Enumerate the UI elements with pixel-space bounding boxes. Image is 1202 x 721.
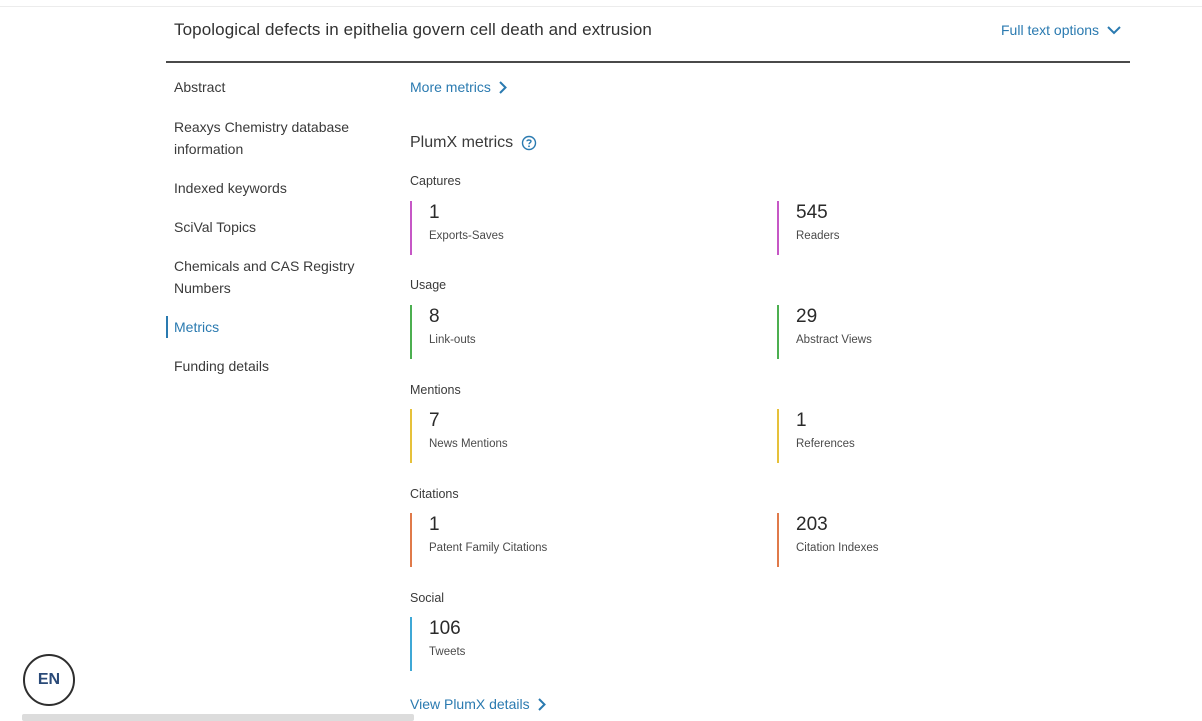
chevron-right-icon (537, 697, 546, 711)
section-social-label: Social (410, 591, 445, 605)
plumx-title: PlumX metrics (410, 134, 514, 151)
metric-value: 1 (429, 202, 440, 223)
metric-tweets: 106 Tweets (410, 617, 465, 671)
full-text-options-button[interactable]: Full text options (1001, 22, 1121, 38)
metric-value: 7 (429, 410, 440, 431)
question-circle-icon[interactable] (521, 135, 537, 151)
metric-value: 203 (796, 514, 828, 535)
nav-item-abstract[interactable]: Abstract (174, 76, 374, 98)
metric-label: Exports-Saves (429, 230, 504, 242)
view-plumx-details-link[interactable]: View PlumX details (410, 696, 546, 712)
more-metrics-link[interactable]: More metrics (410, 79, 507, 95)
metric-link-outs: 8 Link-outs (410, 305, 476, 359)
metric-label: News Mentions (429, 438, 508, 450)
nav-item-scival-topics[interactable]: SciVal Topics (174, 216, 374, 238)
metric-label: Abstract Views (796, 334, 872, 346)
nav-item-indexed-keywords[interactable]: Indexed keywords (174, 177, 374, 199)
metric-label: Patent Family Citations (429, 542, 548, 554)
nav-item-funding-details[interactable]: Funding details (174, 355, 374, 377)
nav-item-reaxys[interactable]: Reaxys Chemistry database information (174, 116, 374, 160)
metric-label: Tweets (429, 646, 466, 658)
metric-label: Citation Indexes (796, 542, 879, 554)
metric-value: 29 (796, 306, 818, 327)
metric-value: 1 (429, 514, 440, 535)
metric-label: References (796, 438, 855, 450)
metric-news-mentions: 7 News Mentions (410, 409, 508, 463)
metric-value: 106 (429, 618, 461, 639)
metric-value: 545 (796, 202, 828, 223)
nav-active-indicator (166, 316, 168, 338)
section-usage-label: Usage (410, 278, 447, 292)
metric-value: 1 (796, 410, 807, 431)
language-code: EN (37, 671, 61, 688)
more-metrics-label: More metrics (410, 79, 491, 95)
header-divider (166, 61, 1130, 63)
section-mentions-label: Mentions (410, 383, 461, 397)
full-text-options-label: Full text options (1001, 22, 1100, 38)
nav-item-metrics[interactable]: Metrics (174, 316, 374, 338)
chevron-right-icon (499, 80, 507, 94)
metric-abstract-views: 29 Abstract Views (777, 305, 872, 359)
top-divider (0, 6, 1202, 7)
section-captures-label: Captures (410, 174, 461, 188)
metric-label: Readers (796, 230, 840, 242)
metric-readers: 545 Readers (777, 201, 839, 255)
metric-exports-saves: 1 Exports-Saves (410, 201, 504, 255)
language-switcher[interactable]: EN (23, 654, 75, 706)
page-title: Topological defects in epithelia govern … (174, 20, 652, 39)
nav-item-chemicals-cas[interactable]: Chemicals and CAS Registry Numbers (174, 255, 374, 299)
metric-patent-family-citations: 1 Patent Family Citations (410, 513, 547, 567)
metric-label: Link-outs (429, 334, 476, 346)
chevron-down-icon (1107, 25, 1121, 34)
horizontal-scrollbar[interactable] (22, 714, 414, 721)
view-plumx-details-label: View PlumX details (410, 696, 530, 712)
metric-references: 1 References (777, 409, 855, 463)
metric-value: 8 (429, 306, 440, 327)
section-citations-label: Citations (410, 487, 459, 501)
metric-citation-indexes: 203 Citation Indexes (777, 513, 878, 567)
plumx-heading: PlumX metrics (410, 134, 537, 152)
